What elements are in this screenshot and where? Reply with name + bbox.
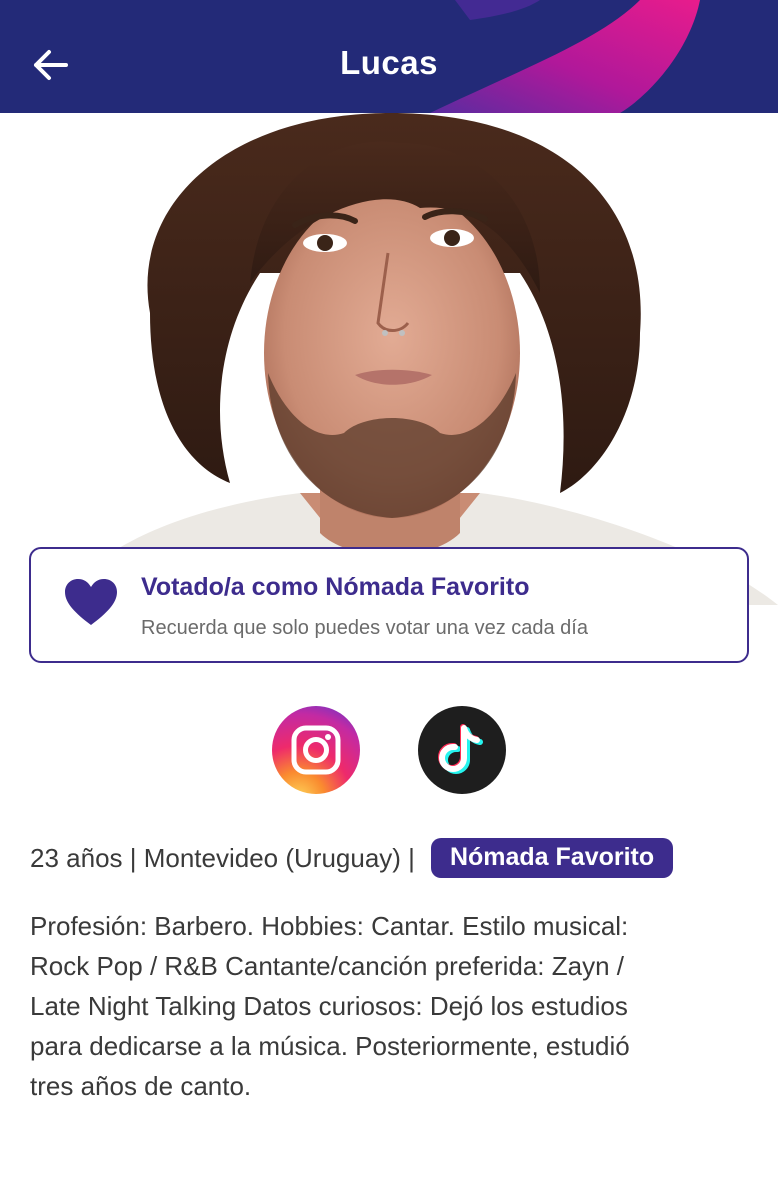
profile-bio: Profesión: Barbero. Hobbies: Cantar. Est… — [30, 906, 730, 1106]
tiktok-icon — [418, 706, 506, 794]
bio-line: para dedicarse a la música. Posteriormen… — [30, 1031, 630, 1061]
profile-info: 23 años | Montevideo (Uruguay) | — [30, 842, 415, 873]
profile-info-line: 23 años | Montevideo (Uruguay) | Nómada … — [30, 838, 674, 878]
bio-line: tres años de canto. — [30, 1071, 252, 1101]
status-badge: Nómada Favorito — [430, 838, 674, 878]
page-title: Lucas — [340, 44, 438, 81]
top-app-bar: Lucas — [0, 0, 778, 113]
bio-line: Late Night Talking Datos curiosos: Dejó … — [30, 991, 628, 1021]
vote-title: Votado/a como Nómada Favorito — [141, 573, 530, 601]
instagram-icon — [272, 706, 360, 794]
bio-line: Profesión: Barbero. Hobbies: Cantar. Est… — [30, 911, 629, 941]
vote-subtitle: Recuerda que solo puedes votar una vez c… — [141, 617, 588, 639]
instagram-link[interactable] — [272, 706, 360, 794]
vote-status-card: Votado/a como Nómada Favorito Recuerda q… — [29, 547, 749, 663]
tiktok-link[interactable] — [418, 706, 506, 794]
portrait-illustration — [60, 113, 778, 605]
contestant-photo — [0, 113, 778, 605]
heart-icon[interactable] — [65, 579, 117, 627]
bio-line: Rock Pop / R&B Cantante/canción preferid… — [30, 951, 624, 981]
